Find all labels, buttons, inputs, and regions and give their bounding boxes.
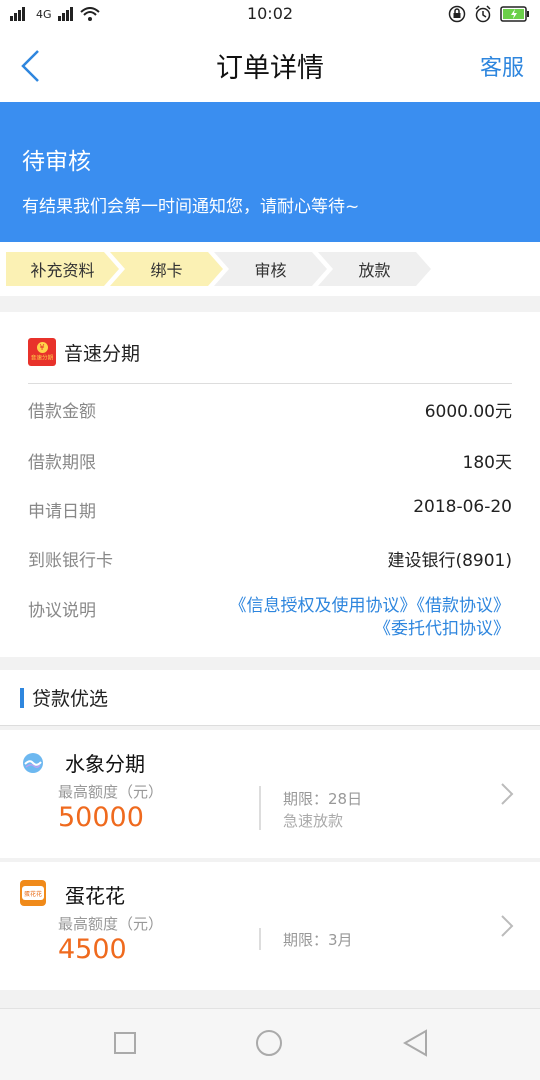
divider (28, 383, 512, 384)
agreement-link[interactable]: 《委托代扣协议》 (230, 618, 510, 641)
page-title: 订单详情 (216, 52, 324, 84)
shuixiang-logo-icon (23, 753, 43, 773)
chevron-right-icon (501, 915, 514, 937)
row-bank-card: 到账银行卡 建设银行(8901) (28, 546, 512, 571)
nav-bar: 订单详情 客服 (0, 28, 540, 102)
order-status-subtitle: 有结果我们会第一时间通知您，请耐心等待~ (22, 197, 360, 217)
loan-name: 蛋花花 (65, 884, 125, 908)
order-detail-card: ¥ 音速分期 音速分期 借款金额 6000.00元 借款期限 180天 申请日期… (0, 312, 540, 657)
lender-brand: ¥ 音速分期 音速分期 (28, 338, 140, 366)
row-loan-amount: 借款金额 6000.00元 (28, 397, 512, 422)
row-apply-date: 申请日期 2018-06-20 (28, 497, 512, 522)
step-supplement-info: 补充资料 (6, 252, 119, 286)
step-label: 绑卡 (150, 261, 183, 280)
step-label: 补充资料 (30, 261, 95, 280)
row-key: 申请日期 (28, 502, 96, 522)
section-accent-bar (20, 687, 24, 708)
agreement-links: 《信息授权及使用协议》《借款协议》 《委托代扣协议》 (230, 595, 511, 641)
limit-amount: 4500 (58, 934, 127, 965)
row-key: 协议说明 (28, 601, 96, 621)
order-status-title: 待审核 (22, 149, 91, 175)
loan-item[interactable]: 水象分期 最高额度（元） 50000 期限：28日 急速放款 (0, 730, 540, 858)
customer-service-button[interactable]: 客服 (480, 50, 524, 82)
back-triangle-icon[interactable] (402, 1029, 428, 1057)
limit-label: 最高额度（元） (58, 915, 164, 933)
loan-name: 水象分期 (65, 752, 145, 776)
divider (259, 928, 261, 950)
danhuahua-logo-icon: 蛋花花 (20, 880, 46, 906)
step-bind-card: 绑卡 (110, 252, 223, 286)
lender-name: 音速分期 (64, 342, 141, 365)
loan-item[interactable]: 蛋花花 蛋花花 最高额度（元） 4500 期限：3月 (0, 862, 540, 990)
system-nav-bar (0, 1008, 540, 1080)
step-label: 审核 (254, 261, 287, 280)
row-value: 6000.00元 (424, 402, 512, 422)
step-review: 审核 (214, 252, 327, 286)
chevron-left-icon[interactable] (18, 48, 42, 84)
recommend-section-header: 贷款优选 (0, 670, 540, 726)
row-key: 借款期限 (28, 453, 96, 473)
home-icon[interactable] (255, 1029, 283, 1057)
loan-term: 期限：3月 (283, 931, 353, 949)
chevron-right-icon (501, 783, 514, 805)
row-key: 借款金额 (28, 402, 96, 422)
agreement-link[interactable]: 《信息授权及使用协议》《借款协议》 (230, 595, 511, 618)
row-value: 建设银行(8901) (387, 551, 512, 571)
loan-term: 期限：28日 (283, 790, 363, 808)
row-value: 2018-06-20 (413, 497, 512, 517)
logo-text: 蛋花花 (23, 890, 42, 898)
progress-steps: 补充资料 绑卡 审核 放款 (0, 242, 540, 296)
section-title: 贷款优选 (32, 688, 109, 710)
row-value: 180天 (462, 453, 512, 473)
loan-tag: 急速放款 (283, 812, 344, 830)
clock: 10:02 (246, 4, 294, 23)
limit-amount: 50000 (58, 802, 144, 833)
yinsu-logo-icon: ¥ 音速分期 (28, 338, 56, 366)
brand-logo-text: 音速分期 (30, 354, 54, 362)
limit-label: 最高额度（元） (58, 783, 164, 801)
status-bar: 4G 10:02 (0, 0, 540, 28)
row-key: 到账银行卡 (28, 551, 113, 571)
step-disbursement: 放款 (318, 252, 431, 286)
divider (259, 786, 261, 830)
step-label: 放款 (358, 261, 391, 280)
recent-apps-icon[interactable] (113, 1031, 137, 1055)
status-banner: 待审核 有结果我们会第一时间通知您，请耐心等待~ (0, 102, 540, 242)
row-loan-term: 借款期限 180天 (28, 448, 512, 473)
